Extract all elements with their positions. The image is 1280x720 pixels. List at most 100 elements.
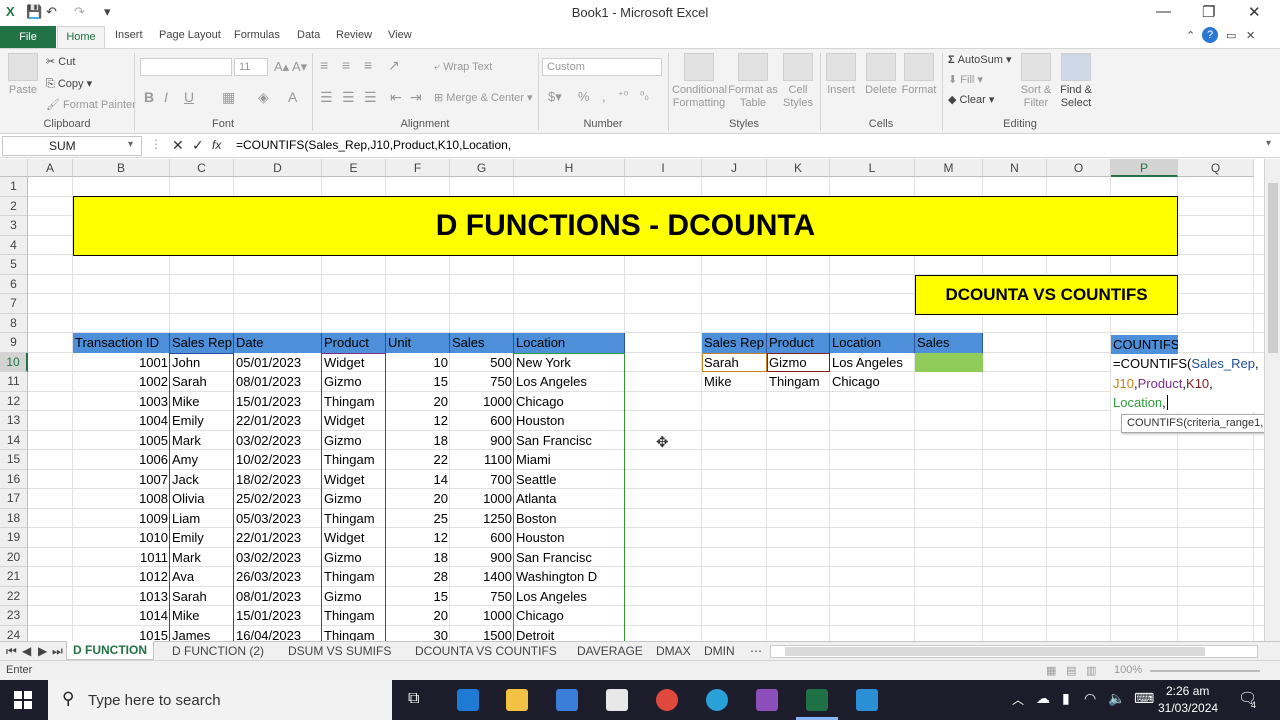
increase-decimal-icon[interactable]: ⁺⁰ [618, 89, 628, 102]
italic-button[interactable]: I [164, 89, 168, 105]
row-header-15[interactable]: 15 [0, 450, 28, 470]
table-cell[interactable]: San Francisc [514, 548, 625, 568]
font-name-combo[interactable] [140, 58, 232, 76]
prev-sheet-icon[interactable]: ◀ [22, 644, 31, 658]
align-right-icon[interactable]: ☰ [364, 89, 377, 106]
table-cell[interactable]: 15 [386, 372, 450, 392]
table-cell[interactable]: Mark [170, 431, 234, 451]
table-cell[interactable]: 1500 [450, 626, 514, 642]
table-cell[interactable]: 1250 [450, 509, 514, 529]
column-header-p[interactable]: P [1111, 159, 1178, 177]
table-cell[interactable]: Ava [170, 567, 234, 587]
table-cell[interactable]: Emily [170, 411, 234, 431]
first-sheet-icon[interactable]: ⏮ [6, 644, 17, 659]
function-tooltip[interactable]: COUNTIFS(criteria_range1, cri [1121, 414, 1264, 433]
table-cell[interactable]: 20 [386, 606, 450, 626]
sheet-tab-d-function[interactable]: D FUNCTION [66, 641, 154, 660]
name-box[interactable]: SUM [2, 136, 142, 156]
tab-formulas[interactable]: Formulas [234, 29, 280, 41]
table-cell[interactable]: Seattle [514, 470, 625, 490]
column-header-a[interactable]: A [28, 159, 73, 177]
table-header-cell[interactable]: Date [234, 333, 322, 353]
column-header-f[interactable]: F [386, 159, 450, 177]
table-cell[interactable]: 900 [450, 548, 514, 568]
decrease-indent-icon[interactable]: ⇤ [390, 89, 402, 106]
table-cell[interactable]: Chicago [514, 606, 625, 626]
table-cell[interactable]: Detroit [514, 626, 625, 642]
tab-review[interactable]: Review [336, 29, 372, 41]
table-cell[interactable]: 1002 [73, 372, 170, 392]
tab-home[interactable]: Home [57, 26, 105, 49]
table-cell[interactable]: Gizmo [322, 372, 386, 392]
row-header-18[interactable]: 18 [0, 508, 28, 528]
worksheet-grid[interactable]: ABCDEFGHIJKLMNOPQ 1 2 3 4 5 6 7 8 9 10 11 12 13 14 15 1… [0, 159, 1264, 641]
row-header-11[interactable]: 11 [0, 372, 28, 392]
table-cell[interactable]: Thingam [322, 509, 386, 529]
table-cell[interactable]: Mark [170, 548, 234, 568]
table-cell[interactable]: 500 [450, 353, 514, 373]
clock-date[interactable]: 31/03/2024 [1158, 701, 1218, 715]
wifi-icon[interactable]: ◠ [1084, 690, 1096, 707]
table-cell[interactable]: 18/02/2023 [234, 470, 322, 490]
file-explorer-icon[interactable] [506, 689, 528, 711]
row-header-3[interactable]: 3 [0, 216, 28, 236]
table-cell[interactable]: Miami [514, 450, 625, 470]
name-box-dropdown-icon[interactable]: ▾ [128, 139, 133, 150]
row-header-13[interactable]: 13 [0, 411, 28, 431]
tab-insert[interactable]: Insert [115, 29, 143, 41]
table-cell[interactable]: 1006 [73, 450, 170, 470]
table-cell[interactable]: 1008 [73, 489, 170, 509]
align-top-icon[interactable]: ≡ [320, 57, 328, 73]
row-header-1[interactable]: 1 [0, 177, 28, 197]
table-cell[interactable]: 18 [386, 548, 450, 568]
store-icon[interactable] [556, 689, 578, 711]
table-cell[interactable]: New York [514, 353, 625, 373]
table-cell[interactable]: 18 [386, 431, 450, 451]
font-size-combo[interactable]: 11 [234, 58, 268, 76]
table-cell[interactable]: Thingam [322, 606, 386, 626]
wrap-text-button[interactable]: ⤶ Wrap Text [434, 61, 492, 74]
tray-chevron-icon[interactable]: ︿ [1012, 691, 1024, 708]
table-cell[interactable]: 1015 [73, 626, 170, 642]
table-cell[interactable]: 1001 [73, 353, 170, 373]
percent-button[interactable]: % [578, 89, 590, 104]
table-cell[interactable]: 900 [450, 431, 514, 451]
enter-entry-icon[interactable]: ✓ [192, 137, 204, 154]
table-cell[interactable]: Mike [170, 606, 234, 626]
table-cell[interactable]: Emily [170, 528, 234, 548]
sheet-tab-d-function-2[interactable]: D FUNCTION (2) [172, 644, 264, 658]
next-sheet-icon[interactable]: ▶ [38, 644, 47, 658]
row-header-7[interactable]: 7 [0, 294, 28, 314]
table-cell[interactable]: 1009 [73, 509, 170, 529]
table-cell[interactable]: San Francisc [514, 431, 625, 451]
table-cell[interactable]: Widget [322, 353, 386, 373]
table-cell[interactable]: Houston [514, 411, 625, 431]
delete-cells-button[interactable]: Delete [860, 53, 902, 97]
table-cell[interactable]: 1011 [73, 548, 170, 568]
criteria-cell[interactable] [915, 372, 983, 392]
bold-button[interactable]: B [144, 89, 154, 105]
paste-button[interactable]: Paste [0, 53, 46, 97]
insert-function-icon[interactable]: fx [212, 138, 221, 152]
ribbon-minimize-icon[interactable]: ⌃ [1186, 29, 1195, 42]
table-header-cell[interactable]: Transaction ID [73, 333, 170, 353]
row-header-6[interactable]: 6 [0, 274, 28, 294]
row-header-2[interactable]: 2 [0, 196, 28, 216]
table-cell[interactable]: 22/01/2023 [234, 528, 322, 548]
find-select-button[interactable]: Find & Select [1056, 53, 1096, 110]
table-cell[interactable]: 1000 [450, 392, 514, 412]
align-center-icon[interactable]: ☰ [342, 89, 355, 106]
clear-button[interactable]: ◆ Clear ▾ [948, 93, 994, 106]
table-cell[interactable]: Thingam [322, 392, 386, 412]
table-cell[interactable]: 10/02/2023 [234, 450, 322, 470]
table-cell[interactable]: Jack [170, 470, 234, 490]
column-header-m[interactable]: M [915, 159, 983, 177]
sheet-tab-daverage[interactable]: DAVERAGE [577, 644, 643, 658]
row-header-9[interactable]: 9 [0, 333, 28, 353]
video-app-icon[interactable] [756, 689, 778, 711]
sort-filter-button[interactable]: Sort & Filter [1014, 53, 1058, 110]
language-icon[interactable]: ⌨ [1134, 690, 1154, 707]
table-cell[interactable]: Widget [322, 411, 386, 431]
row-header-14[interactable]: 14 [0, 430, 28, 450]
table-cell[interactable]: 05/01/2023 [234, 353, 322, 373]
